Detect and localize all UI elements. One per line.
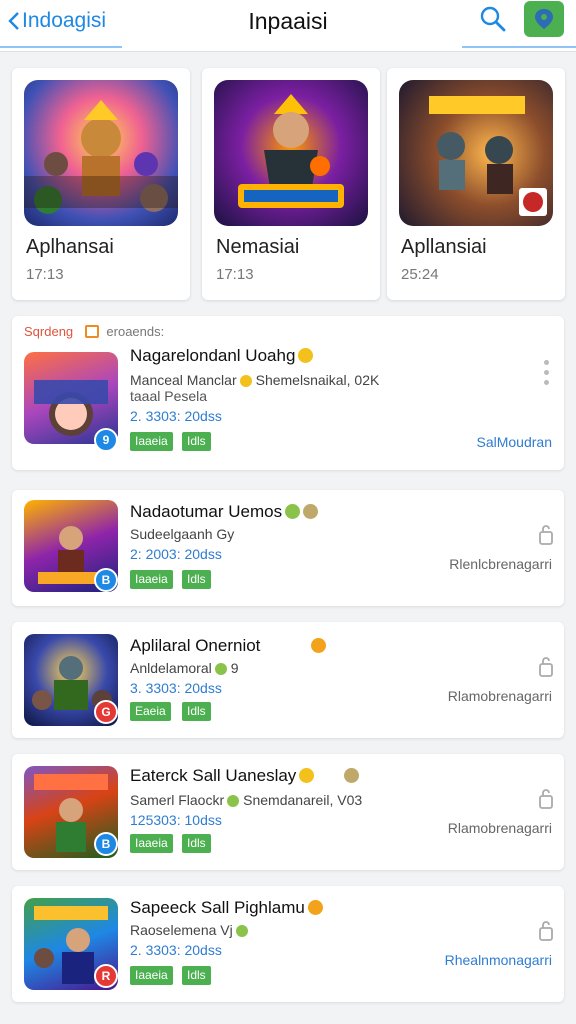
- action-link[interactable]: Rlamobrenagarri: [448, 688, 552, 704]
- emoji-icon: [299, 768, 315, 783]
- game-subtitle: Samerl Flaockr Snemdanareil, V03: [130, 792, 362, 808]
- game-time: 17:13: [26, 266, 64, 283]
- game-subtitle-extra: Gy: [216, 526, 235, 542]
- coin-icon: [239, 375, 252, 387]
- platform-badge: 9: [94, 428, 118, 452]
- game-subtitle-extra: Snemdanareil, V03: [243, 792, 363, 808]
- game-subtitle-extra: 9: [230, 660, 239, 676]
- lock-icon[interactable]: [538, 524, 554, 546]
- game-art: [214, 80, 368, 226]
- tag-chip: Eaeia: [130, 702, 171, 721]
- calendar-icon: [84, 325, 99, 338]
- emoji-icon: [303, 504, 319, 519]
- hero-illustration: [238, 94, 344, 208]
- platform-badge: G: [94, 700, 118, 724]
- hero-illustration: [24, 100, 178, 214]
- section-title: Sqrdeng: [24, 324, 74, 339]
- tag-chip: Idls: [182, 570, 211, 589]
- game-subtitle-text: Samerl Flaockr: [130, 792, 225, 808]
- game-name: Apllansiai: [401, 236, 487, 258]
- game-art: [24, 80, 178, 226]
- more-options-icon[interactable]: [544, 360, 550, 390]
- game-subtitle-extra: Shemelsnaikal, 02K: [255, 372, 380, 388]
- platform-badge: B: [94, 568, 118, 592]
- game-subtitle-text: Anldelamoral: [130, 660, 212, 676]
- game-time: 17:13: [216, 266, 254, 283]
- game-subtitle-text: Raoselemena: [130, 922, 217, 938]
- map-pin-icon: [535, 9, 553, 29]
- back-tab-indicator: [0, 46, 122, 48]
- leaf-icon: [227, 795, 240, 807]
- featured-card[interactable]: Apllansiai 25:24: [387, 68, 565, 300]
- tag-chip: Idls: [182, 834, 211, 853]
- emoji-icon: [311, 638, 326, 653]
- action-link[interactable]: Rlamobrenagarri: [448, 820, 552, 836]
- platform-badge: R: [94, 964, 118, 988]
- game-title-text: Nagarelondanl Uoahg: [130, 346, 296, 365]
- lock-icon[interactable]: [538, 920, 554, 942]
- game-subtitle: Anldelamoral 9: [130, 660, 239, 676]
- game-meta: 2. 3303: 20dss: [130, 408, 222, 424]
- section-label: Sqrdeng eroaends:: [24, 324, 164, 339]
- lock-icon[interactable]: [538, 656, 554, 678]
- game-title-text: Sapeeck Sall Pighlamu: [130, 898, 305, 917]
- game-list-item[interactable]: R Sapeeck Sall Pighlamu Raoselemena Vj 2…: [12, 886, 564, 1002]
- location-button[interactable]: [524, 1, 564, 37]
- platform-badge: B: [94, 832, 118, 856]
- tag-chip: Iaaeia: [130, 570, 173, 589]
- game-meta: 2: 2003: 20dss: [130, 546, 222, 562]
- section-hint: eroaends:: [106, 324, 165, 339]
- game-title: Nadaotumar Uemos: [130, 502, 319, 522]
- game-time: 25:24: [401, 266, 439, 283]
- game-name: Aplhansai: [26, 236, 114, 258]
- emoji-icon: [307, 900, 323, 915]
- game-subtitle-text: Manceal Manclar: [130, 372, 237, 388]
- game-title-text: Nadaotumar Uemos: [130, 502, 283, 521]
- emoji-icon: [285, 504, 301, 519]
- tag-chip: Idls: [182, 432, 211, 451]
- tag-chip: Idls: [182, 702, 211, 721]
- emoji-icon: [344, 768, 360, 783]
- leaf-icon: [214, 663, 227, 675]
- featured-card[interactable]: Aplhansai 17:13: [12, 68, 190, 300]
- tag-chip: Idls: [182, 966, 211, 985]
- game-subtitle: Raoselemena Vj: [130, 922, 248, 938]
- game-list-item[interactable]: G Aplilaral Onerniot Anldelamoral 9 3. 33…: [12, 622, 564, 738]
- leaf-icon: [235, 925, 248, 937]
- game-subtitle-extra: Vj: [220, 922, 233, 938]
- action-link[interactable]: SalMoudran: [477, 434, 553, 450]
- game-title: Aplilaral Onerniot: [130, 636, 260, 656]
- game-title: Sapeeck Sall Pighlamu: [130, 898, 323, 918]
- game-list-item[interactable]: Sqrdeng eroaends: 9 Nagarelondanl Uoahg …: [12, 316, 564, 470]
- tag-chip: Iaaeia: [130, 966, 173, 985]
- hero-illustration: [429, 96, 547, 216]
- action-link[interactable]: Rlenlcbrenagarri: [449, 556, 552, 572]
- right-tab-indicator: [462, 46, 576, 48]
- game-subtitle: Manceal Manclar Shemelsnaikal, 02K: [130, 372, 379, 388]
- game-title-text: Eaterck Sall Uaneslay: [130, 766, 297, 785]
- featured-card[interactable]: Nemasiai 17:13: [202, 68, 380, 300]
- game-name: Nemasiai: [216, 236, 300, 258]
- game-title: Nagarelondanl Uoahg: [130, 346, 314, 366]
- game-meta: 125303: 10dss: [130, 812, 222, 828]
- game-list-item[interactable]: B Nadaotumar Uemos Sudeelgaanh Gy 2: 200…: [12, 490, 564, 606]
- game-subtitle: Sudeelgaanh Gy: [130, 526, 234, 542]
- action-link[interactable]: Rhealnmonagarri: [445, 952, 552, 968]
- top-bar: Indoagisi Inpaaisi: [0, 0, 576, 52]
- lock-icon[interactable]: [538, 788, 554, 810]
- search-icon[interactable]: [478, 4, 508, 34]
- emoji-icon: [298, 348, 314, 363]
- game-subtitle-text: Sudeelgaanh: [130, 526, 213, 542]
- game-list-item[interactable]: B Eaterck Sall Uaneslay Samerl Flaockr Sn…: [12, 754, 564, 870]
- game-title: Eaterck Sall Uaneslay: [130, 766, 360, 786]
- game-meta: 3. 3303: 20dss: [130, 680, 222, 696]
- game-title-text: Aplilaral Onerniot: [130, 636, 261, 655]
- game-subtitle-line2: taaal Pesela: [130, 388, 208, 404]
- tag-chip: Iaaeia: [130, 432, 173, 451]
- tag-chip: Iaaeia: [130, 834, 173, 853]
- game-meta: 2. 3303: 20dss: [130, 942, 222, 958]
- game-art: [399, 80, 553, 226]
